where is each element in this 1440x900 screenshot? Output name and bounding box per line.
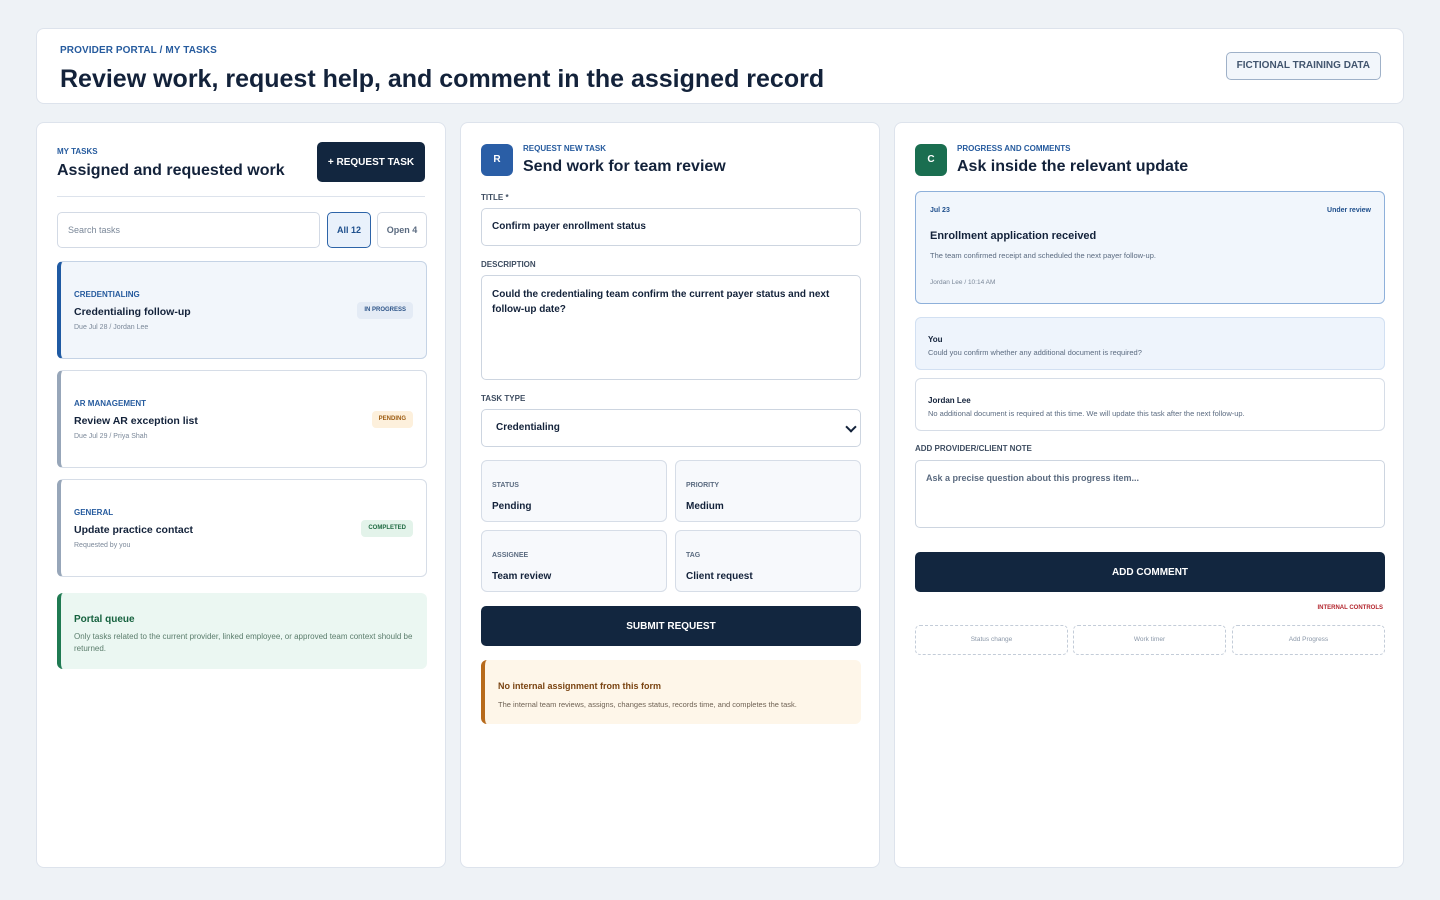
task-card[interactable]: GENERAL Update practice contact Requeste… — [57, 479, 427, 577]
task-type-label: TASK TYPE — [481, 394, 526, 403]
page-header: PROVIDER PORTAL / MY TASKS Review work, … — [36, 28, 1404, 104]
status-badge: COMPLETED — [361, 520, 413, 537]
description-field[interactable]: Could the credentialing team confirm the… — [481, 275, 861, 380]
tasks-title: Assigned and requested work — [57, 162, 285, 179]
queue-description: Only tasks related to the current provid… — [74, 632, 413, 653]
task-meta: Due Jul 29 / Priya Shah — [74, 433, 148, 440]
field-value: Team review — [492, 571, 552, 582]
page-title: Review work, request help, and comment i… — [60, 65, 825, 93]
priority-field: PRIORITY Medium — [675, 460, 861, 522]
status-field: STATUS Pending — [481, 460, 667, 522]
field-label: PRIORITY — [686, 482, 720, 489]
update-meta: Jordan Lee / 10:14 AM — [930, 279, 996, 286]
filter-open-button[interactable]: Open 4 — [377, 212, 427, 248]
breadcrumb: PROVIDER PORTAL / MY TASKS — [60, 45, 217, 56]
comments-eyebrow: PROGRESS AND COMMENTS — [957, 144, 1071, 153]
title-label: TITLE * — [481, 193, 509, 202]
search-input[interactable] — [57, 212, 320, 248]
add-comment-button[interactable]: ADD COMMENT — [915, 552, 1385, 592]
submit-request-button[interactable]: SUBMIT REQUEST — [481, 606, 861, 646]
work-timer-button[interactable]: Work timer — [1073, 625, 1226, 655]
update-date: Jul 23 — [930, 207, 950, 214]
comment-item: You Could you confirm whether any additi… — [915, 317, 1385, 370]
comments-panel: C PROGRESS AND COMMENTS Ask inside the r… — [894, 122, 1404, 868]
avatar: R — [481, 144, 513, 176]
request-task-button[interactable]: + REQUEST TASK — [317, 142, 425, 182]
note-input[interactable] — [915, 460, 1385, 528]
comment-author: You — [928, 335, 943, 344]
avatar: C — [915, 144, 947, 176]
field-label: STATUS — [492, 482, 519, 489]
request-title: Send work for team review — [523, 158, 726, 175]
comment-text: No additional document is required at th… — [928, 409, 1245, 418]
title-field[interactable]: Confirm payer enrollment status — [481, 208, 861, 246]
field-value: Client request — [686, 571, 753, 582]
task-card[interactable]: CREDENTIALING Credentialing follow-up Du… — [57, 261, 427, 359]
portal-queue-notice: Portal queue Only tasks related to the c… — [57, 593, 427, 669]
queue-title: Portal queue — [74, 614, 135, 625]
internal-controls-label: INTERNAL CONTROLS — [1317, 605, 1383, 611]
update-description: The team confirmed receipt and scheduled… — [930, 251, 1156, 260]
update-title: Enrollment application received — [930, 230, 1097, 242]
status-change-button[interactable]: Status change — [915, 625, 1068, 655]
status-badge: IN PROGRESS — [357, 302, 413, 319]
task-category: AR MANAGEMENT — [74, 399, 146, 408]
comment-item: Jordan Lee No additional document is req… — [915, 378, 1385, 431]
filter-all-button[interactable]: All 12 — [327, 212, 371, 248]
tasks-panel: MY TASKS Assigned and requested work + R… — [36, 122, 446, 868]
update-status: Under review — [1327, 207, 1371, 214]
divider — [57, 196, 425, 197]
field-label: TAG — [686, 552, 701, 559]
status-badge: PENDING — [371, 411, 413, 428]
assignee-field: ASSIGNEE Team review — [481, 530, 667, 592]
task-title: Credentialing follow-up — [74, 306, 191, 318]
task-type-select[interactable]: Credentialing — [481, 409, 861, 447]
progress-update-card[interactable]: Jul 23 Under review Enrollment applicati… — [915, 191, 1385, 304]
task-type-value: Credentialing — [496, 422, 560, 433]
field-value: Pending — [492, 501, 532, 512]
tag-field: TAG Client request — [675, 530, 861, 592]
description-label: DESCRIPTION — [481, 260, 536, 269]
request-eyebrow: REQUEST NEW TASK — [523, 144, 606, 153]
tasks-eyebrow: MY TASKS — [57, 147, 98, 156]
note-label: ADD PROVIDER/CLIENT NOTE — [915, 444, 1032, 453]
task-title: Review AR exception list — [74, 415, 198, 427]
task-title: Update practice contact — [74, 524, 194, 536]
add-progress-button[interactable]: Add Progress — [1232, 625, 1385, 655]
task-card[interactable]: AR MANAGEMENT Review AR exception list D… — [57, 370, 427, 468]
notice-description: The internal team reviews, assigns, chan… — [498, 700, 797, 709]
chevron-down-icon — [845, 421, 857, 433]
task-category: CREDENTIALING — [74, 290, 140, 299]
task-category: GENERAL — [74, 508, 114, 517]
comment-text: Could you confirm whether any additional… — [928, 348, 1142, 357]
comment-author: Jordan Lee — [928, 396, 971, 405]
task-meta: Requested by you — [74, 542, 131, 549]
field-label: ASSIGNEE — [492, 552, 529, 559]
comments-title: Ask inside the relevant update — [957, 158, 1189, 175]
task-meta: Due Jul 28 / Jordan Lee — [74, 324, 149, 331]
request-panel: R REQUEST NEW TASK Send work for team re… — [460, 122, 880, 868]
assignment-notice: No internal assignment from this form Th… — [481, 660, 861, 724]
training-data-badge: FICTIONAL TRAINING DATA — [1225, 52, 1381, 80]
notice-title: No internal assignment from this form — [498, 681, 662, 691]
field-value: Medium — [686, 501, 724, 512]
